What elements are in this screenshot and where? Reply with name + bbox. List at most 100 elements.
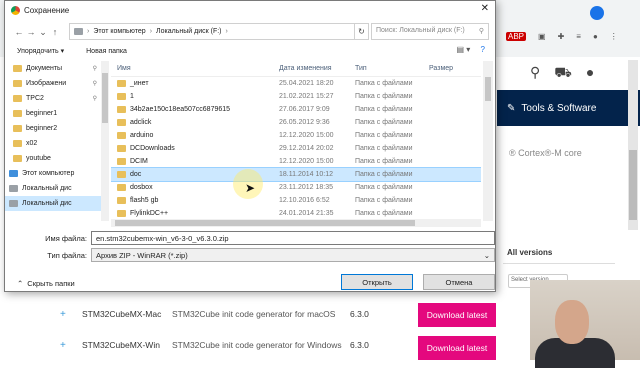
expand-icon[interactable]: + bbox=[60, 309, 82, 320]
close-icon[interactable]: ✕ bbox=[481, 3, 489, 14]
file-name: _инет bbox=[130, 80, 149, 87]
file-row[interactable]: 1 21.02.2021 15:27 Папка с файлами bbox=[111, 90, 481, 103]
search-input[interactable]: Поиск: Локальный диск (F:) ⚲ bbox=[371, 23, 489, 40]
horizontal-scroll-thumb[interactable] bbox=[115, 220, 415, 226]
profile-icon[interactable] bbox=[590, 6, 604, 20]
file-date: 18.11.2014 10:12 bbox=[279, 171, 333, 178]
folder-icon bbox=[13, 125, 22, 132]
filename-input[interactable]: en.stm32cubemx-win_v6-3-0_v6.3.0.zip bbox=[91, 231, 495, 245]
nav-item[interactable]: beginner1 bbox=[5, 106, 101, 121]
nav-item[interactable]: Локальный дис bbox=[5, 196, 101, 211]
column-type[interactable]: Тип bbox=[351, 65, 425, 72]
folder-icon bbox=[117, 145, 126, 152]
up-icon[interactable]: ↑ bbox=[49, 27, 61, 37]
file-row[interactable]: DCIM 12.12.2020 15:00 Папка с файлами bbox=[111, 155, 481, 168]
search-icon[interactable]: ⚲ bbox=[530, 64, 540, 83]
address-bar[interactable]: › Этот компьютер › Локальный диск (F:) › bbox=[69, 23, 355, 40]
nav-item-label: Локальный дис bbox=[22, 200, 72, 207]
dialog-title: Сохранение bbox=[24, 5, 70, 15]
file-row[interactable]: flash5 gb 12.10.2016 6:52 Папка с файлами bbox=[111, 194, 481, 207]
folder-icon bbox=[117, 197, 126, 204]
nav-item[interactable]: Этот компьютер bbox=[5, 166, 101, 181]
page-scrollbar-thumb[interactable] bbox=[629, 150, 637, 220]
site-header-icons: ⚲ ⛟ ● bbox=[530, 64, 594, 83]
file-name: flash5 gb bbox=[130, 197, 159, 204]
file-name: DCIM bbox=[130, 158, 148, 165]
chrome-icon bbox=[11, 5, 20, 15]
view-options-icon[interactable]: ▤ ▾ bbox=[457, 45, 471, 54]
file-list-scroll-thumb[interactable] bbox=[485, 77, 491, 101]
new-folder-button[interactable]: Новая папка bbox=[86, 48, 127, 55]
column-size[interactable]: Размер bbox=[425, 65, 475, 72]
nav-item[interactable]: Документы ⚲ bbox=[5, 61, 101, 76]
file-row[interactable]: dosbox 23.11.2012 18:35 Папка с файлами bbox=[111, 181, 481, 194]
download-latest-button[interactable]: Download latest bbox=[418, 303, 496, 327]
file-type: Папка с файлами bbox=[355, 158, 413, 165]
puzzle-icon[interactable]: ✚ bbox=[558, 32, 565, 41]
file-row[interactable]: DCDownloads 29.12.2014 20:02 Папка с файла… bbox=[111, 142, 481, 155]
column-date[interactable]: Дата изменения bbox=[275, 65, 351, 72]
nav-item[interactable]: beginner2 bbox=[5, 121, 101, 136]
webcam-person-face bbox=[555, 300, 589, 344]
file-date: 12.12.2020 15:00 bbox=[279, 132, 334, 139]
file-row[interactable]: doc 18.11.2014 10:12 Папка с файлами bbox=[111, 167, 481, 182]
expand-icon[interactable]: + bbox=[60, 340, 82, 351]
nav-item[interactable]: Изображени ⚲ bbox=[5, 76, 101, 91]
refresh-icon[interactable]: ↻ bbox=[355, 23, 369, 40]
help-icon[interactable]: ? bbox=[481, 45, 485, 54]
nav-item[interactable]: youtube bbox=[5, 151, 101, 166]
nav-item-label: youtube bbox=[26, 155, 51, 162]
nav-item-label: Этот компьютер bbox=[22, 170, 75, 177]
computer-icon bbox=[9, 170, 18, 177]
nav-item-label: Изображени bbox=[26, 80, 67, 87]
file-row[interactable]: arduino 12.12.2020 15:00 Папка с файлами bbox=[111, 129, 481, 142]
organize-menu[interactable]: Упорядочить ▾ bbox=[17, 47, 64, 55]
file-row[interactable]: _инет 25.04.2021 18:20 Папка с файлами bbox=[111, 77, 481, 90]
file-row[interactable]: adclick 26.05.2012 9:36 Папка с файлами bbox=[111, 116, 481, 129]
navigation-pane-scroll-thumb[interactable] bbox=[102, 73, 108, 123]
nav-item[interactable]: TPC2 ⚲ bbox=[5, 91, 101, 106]
hide-folders-toggle[interactable]: ⌃ Скрыть папки bbox=[17, 279, 75, 288]
nav-item-label: Локальный дис bbox=[22, 185, 72, 192]
breadcrumb-drive-f[interactable]: Локальный диск (F:) bbox=[156, 28, 221, 35]
nav-item[interactable]: Локальный дис bbox=[5, 181, 101, 196]
filetype-select[interactable]: Архив ZIP - WinRAR (*.zip) ⌄ bbox=[91, 248, 495, 262]
cart-icon[interactable]: ⛟ bbox=[554, 64, 572, 83]
playlist-icon[interactable]: ≡ bbox=[576, 32, 581, 41]
user-icon[interactable]: ● bbox=[586, 64, 594, 83]
file-date: 29.12.2014 20:02 bbox=[279, 145, 334, 152]
file-date: 24.01.2014 21:35 bbox=[279, 210, 334, 217]
folder-icon bbox=[117, 106, 126, 113]
file-type: Папка с файлами bbox=[355, 197, 413, 204]
file-name: FlylinkDC++ bbox=[130, 210, 169, 217]
file-rows: _инет 25.04.2021 18:20 Папка с файлами 1 21.… bbox=[111, 77, 481, 220]
mouse-cursor-icon: ➤ bbox=[245, 181, 256, 195]
folder-icon bbox=[117, 119, 126, 126]
breadcrumb-this-pc[interactable]: Этот компьютер bbox=[93, 28, 145, 35]
nav-item[interactable]: x02 bbox=[5, 136, 101, 151]
dialog-titlebar: Сохранение ✕ bbox=[5, 1, 495, 19]
cancel-button[interactable]: Отмена bbox=[423, 274, 495, 290]
column-name[interactable]: Имя bbox=[111, 65, 275, 72]
save-button[interactable]: Открыть bbox=[341, 274, 413, 290]
search-icon: ⚲ bbox=[478, 28, 484, 35]
file-type: Папка с файлами bbox=[355, 93, 413, 100]
menu-icon[interactable]: ⋮ bbox=[610, 32, 618, 41]
download-latest-button[interactable]: Download latest bbox=[418, 336, 496, 360]
adblock-icon[interactable]: ABP bbox=[506, 32, 527, 41]
back-icon[interactable]: ← bbox=[13, 27, 25, 37]
file-type: Папка с файлами bbox=[355, 119, 413, 126]
extension-icon[interactable]: ▣ bbox=[538, 32, 546, 41]
tools-software-nav[interactable]: ✎ Tools & Software bbox=[497, 90, 640, 126]
command-bar: Упорядочить ▾ Новая папка ▤ ▾ ? bbox=[5, 43, 495, 59]
save-dialog: Сохранение ✕ ← → ⌄ ↑ › Этот компьютер › … bbox=[4, 0, 496, 292]
file-type: Папка с файлами bbox=[355, 80, 413, 87]
file-date: 23.11.2012 18:35 bbox=[279, 184, 333, 191]
avatar-icon[interactable]: ● bbox=[593, 32, 598, 41]
file-row[interactable]: 34b2ae150c18ea507cc6879615 27.06.2017 9:0… bbox=[111, 103, 481, 116]
forward-icon[interactable]: → bbox=[25, 27, 37, 37]
folder-icon bbox=[13, 155, 22, 162]
file-name: dosbox bbox=[130, 184, 153, 191]
recent-dropdown-icon[interactable]: ⌄ bbox=[37, 27, 49, 38]
folder-icon bbox=[117, 210, 126, 217]
